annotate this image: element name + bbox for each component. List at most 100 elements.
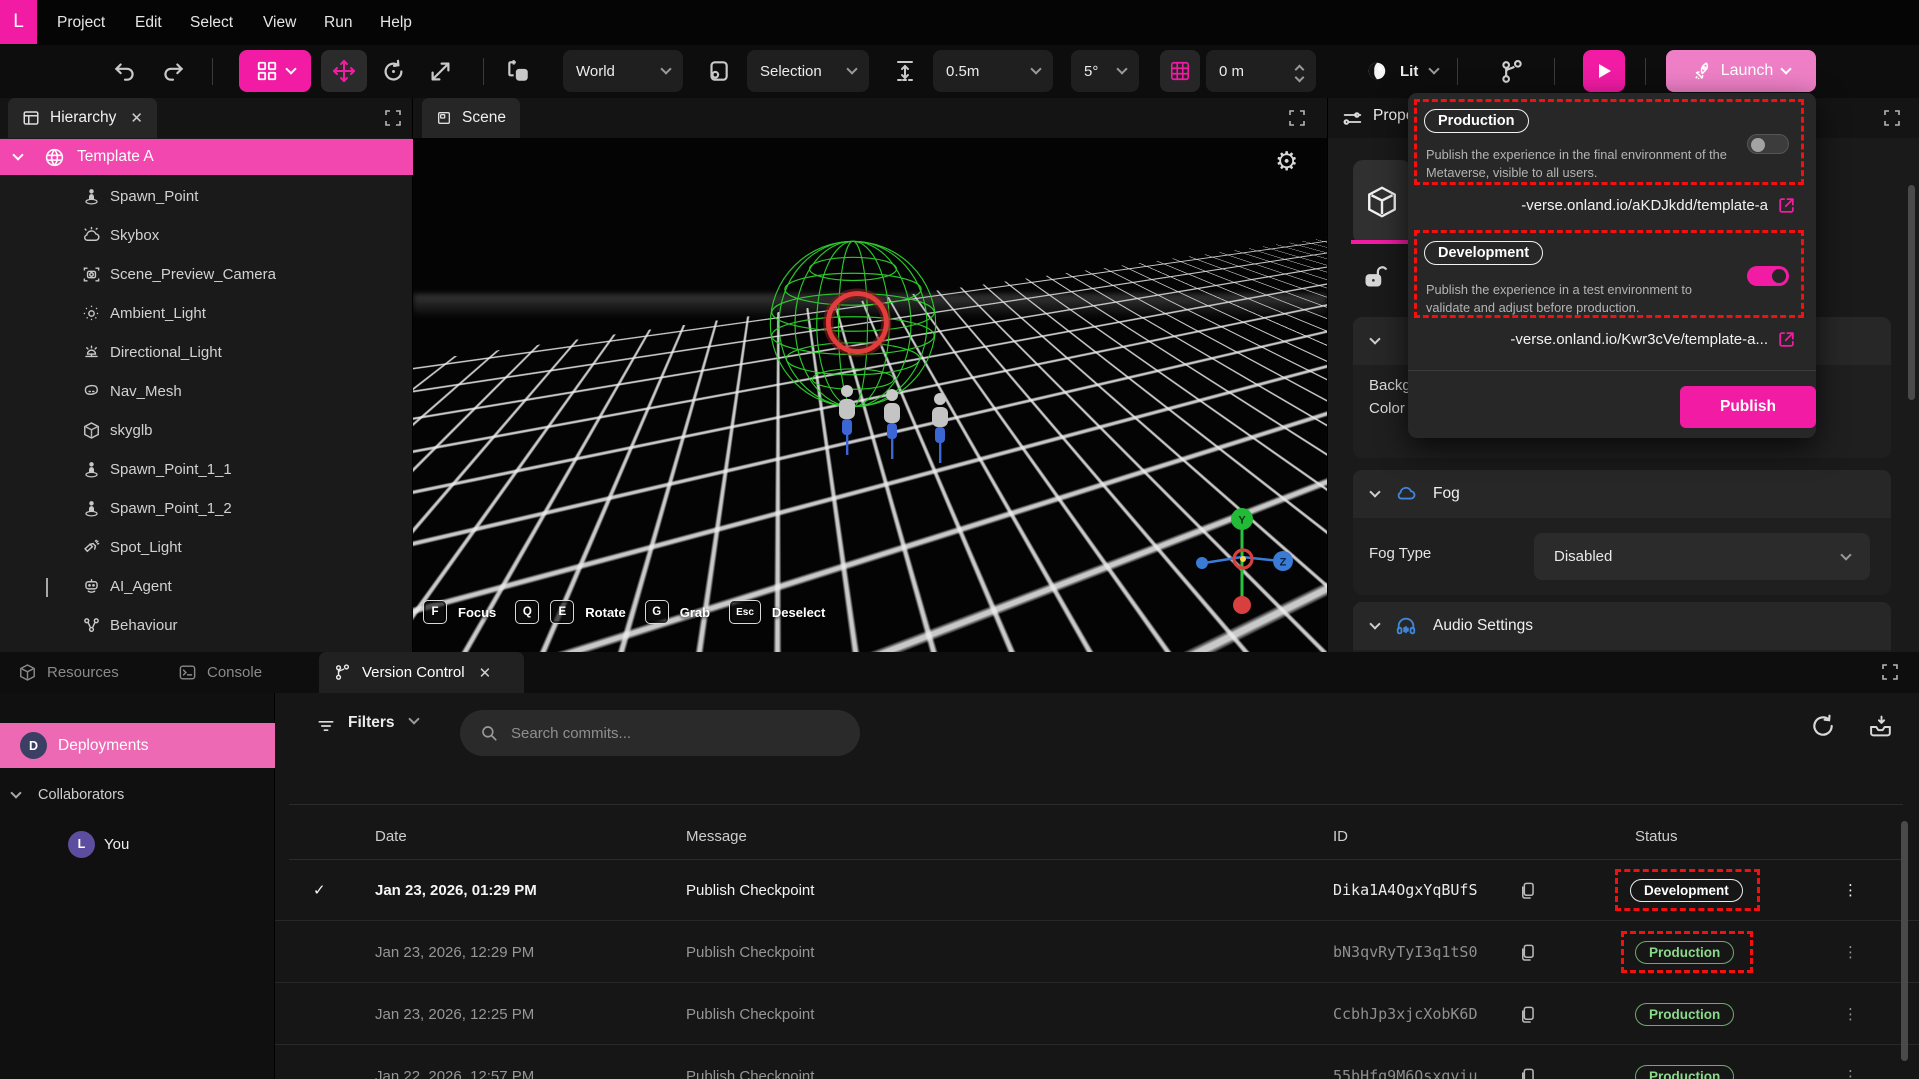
row-menu-kebab-icon[interactable]: ⋮ [1843, 1045, 1858, 1079]
hierarchy-item-skybox[interactable]: Skybox [0, 216, 413, 255]
cube-icon [1364, 184, 1400, 220]
development-toggle[interactable] [1747, 266, 1789, 286]
commit-date: Jan 23, 2026, 12:25 PM [375, 983, 534, 1045]
height-value-stepper[interactable]: 0 m [1206, 50, 1316, 92]
grid-snap-dropdown[interactable]: 0.5m [933, 50, 1053, 92]
external-link-icon[interactable] [1777, 330, 1796, 349]
menu-help[interactable]: Help [380, 0, 412, 45]
expand-panel-icon[interactable] [385, 110, 401, 126]
launch-button[interactable]: Launch [1666, 50, 1816, 92]
tab-console[interactable]: Console [178, 652, 262, 693]
commit-row[interactable]: Jan 23, 2026, 12:29 PM Publish Checkpoin… [275, 921, 1919, 983]
expand-panel-icon[interactable] [1882, 664, 1898, 680]
undo-button[interactable] [112, 58, 138, 84]
column-header-message[interactable]: Message [686, 814, 747, 859]
snap-surface-icon[interactable] [705, 58, 731, 84]
height-snap-icon[interactable] [893, 58, 917, 84]
fog-section-header[interactable]: Fog [1353, 470, 1891, 518]
viewport-settings-gear-icon[interactable]: ⚙ [1275, 146, 1298, 177]
prefab-icon[interactable] [505, 58, 531, 84]
commit-row[interactable]: ✓ Jan 23, 2026, 01:29 PM Publish Checkpo… [275, 859, 1919, 921]
hierarchy-item-scene-preview-camera[interactable]: Scene_Preview_Camera [0, 255, 413, 294]
production-toggle[interactable] [1747, 134, 1789, 154]
hierarchy-item-spawn-point-1-2[interactable]: Spawn_Point_1_2 [0, 489, 413, 528]
filters-button[interactable]: Filters [348, 714, 395, 732]
3d-view[interactable]: Y Z ⚙ F Focus Q E Rotate G Grab Esc Des [413, 138, 1327, 652]
chevron-right-icon[interactable] [46, 578, 48, 595]
column-header-status[interactable]: Status [1635, 814, 1678, 859]
copy-icon[interactable] [1518, 921, 1537, 983]
lit-sphere-icon [1366, 60, 1388, 82]
audio-section-header[interactable]: Audio Settings [1353, 602, 1891, 650]
copy-icon[interactable] [1518, 1045, 1537, 1079]
production-url[interactable]: -verse.onland.io/aKDJkdd/template-a [1521, 197, 1768, 214]
shading-mode-dropdown[interactable]: Lit [1353, 50, 1429, 92]
move-tool-button[interactable] [321, 50, 367, 92]
transform-gizmo[interactable]: Y Z [1188, 505, 1296, 619]
commit-row[interactable]: Jan 23, 2026, 12:25 PM Publish Checkpoin… [275, 983, 1919, 1045]
hierarchy-item-spot-light[interactable]: Spot_Light [0, 528, 413, 567]
search-commits-box[interactable] [460, 710, 860, 756]
refresh-icon[interactable] [1810, 713, 1836, 739]
commits-scrollbar[interactable] [1901, 821, 1908, 1061]
search-commits-input[interactable] [511, 725, 831, 742]
sidebar-item-you[interactable]: L You [0, 824, 275, 864]
copy-icon[interactable] [1518, 859, 1537, 921]
development-url[interactable]: -verse.onland.io/Kwr3cVe/template-a... [1510, 331, 1768, 348]
hierarchy-item-behaviour[interactable]: Behaviour [0, 606, 413, 645]
angle-snap-dropdown[interactable]: 5° [1071, 50, 1139, 92]
menu-edit[interactable]: Edit [135, 0, 162, 45]
hierarchy-item-skyglb[interactable]: skyglb [0, 411, 413, 450]
redo-button[interactable] [160, 58, 186, 84]
tab-version-control[interactable]: Version Control ✕ [319, 652, 524, 693]
fog-type-dropdown[interactable]: Disabled [1534, 533, 1870, 580]
hierarchy-tab[interactable]: Hierarchy ✕ [8, 98, 157, 138]
scale-tool-button[interactable] [427, 58, 454, 85]
external-link-icon[interactable] [1777, 196, 1796, 215]
expand-panel-icon[interactable] [1289, 110, 1305, 126]
row-menu-kebab-icon[interactable]: ⋮ [1843, 921, 1858, 983]
column-header-date[interactable]: Date [375, 814, 407, 859]
space-mode-dropdown[interactable]: World [563, 50, 683, 92]
menu-select[interactable]: Select [190, 0, 233, 45]
menu-project[interactable]: Project [57, 0, 105, 45]
tab-object-properties[interactable] [1353, 160, 1411, 244]
row-menu-kebab-icon[interactable]: ⋮ [1843, 983, 1858, 1045]
row-menu-kebab-icon[interactable]: ⋮ [1843, 859, 1858, 921]
filter-icon [316, 716, 336, 736]
menu-run[interactable]: Run [324, 0, 352, 45]
deploy-settings-icon[interactable] [1868, 713, 1895, 739]
tab-resources[interactable]: Resources [18, 652, 119, 693]
expand-panel-icon[interactable] [1884, 110, 1900, 126]
close-icon[interactable]: ✕ [130, 109, 143, 127]
scene-tab[interactable]: Scene [422, 98, 520, 138]
sidebar-item-deployments[interactable]: D Deployments [0, 723, 275, 768]
sidebar-item-collaborators[interactable]: Collaborators [0, 777, 275, 813]
unlock-icon[interactable] [1361, 264, 1388, 291]
properties-scrollbar[interactable] [1908, 185, 1915, 400]
publish-button[interactable]: Publish [1680, 386, 1816, 428]
menu-view[interactable]: View [263, 0, 296, 45]
column-header-id[interactable]: ID [1333, 814, 1348, 859]
stepper-arrows[interactable] [1296, 62, 1303, 81]
hierarchy-item-spawn-point-1-1[interactable]: Spawn_Point_1_1 [0, 450, 413, 489]
rotate-tool-button[interactable] [380, 58, 407, 85]
fog-section: Fog Fog Type Disabled [1353, 470, 1891, 595]
app-logo[interactable]: L [0, 0, 37, 44]
hierarchy-item-ai-agent[interactable]: AI_Agent [0, 567, 413, 606]
copy-icon[interactable] [1518, 983, 1537, 1045]
hierarchy-item-ambient-light[interactable]: Ambient_Light [0, 294, 413, 333]
grid-toggle-button[interactable] [1160, 50, 1200, 92]
play-button[interactable] [1583, 50, 1625, 92]
hierarchy-item-directional-light[interactable]: Directional_Light [0, 333, 413, 372]
selection-mode-dropdown[interactable]: Selection [747, 50, 869, 92]
close-icon[interactable]: ✕ [479, 664, 492, 682]
hierarchy-item-spawn-point[interactable]: Spawn_Point [0, 177, 413, 216]
hierarchy-item-nav-mesh[interactable]: Nav_Mesh [0, 372, 413, 411]
commit-row[interactable]: Jan 22, 2026, 12:57 PM Publish Checkpoin… [275, 1045, 1919, 1079]
grid-placement-tool-button[interactable] [239, 50, 311, 92]
version-control-icon[interactable] [1498, 58, 1526, 86]
hierarchy-root-template-a[interactable]: Template A [0, 139, 413, 175]
height-value: 0 m [1219, 63, 1244, 80]
avatar-figures[interactable] [818, 373, 968, 513]
